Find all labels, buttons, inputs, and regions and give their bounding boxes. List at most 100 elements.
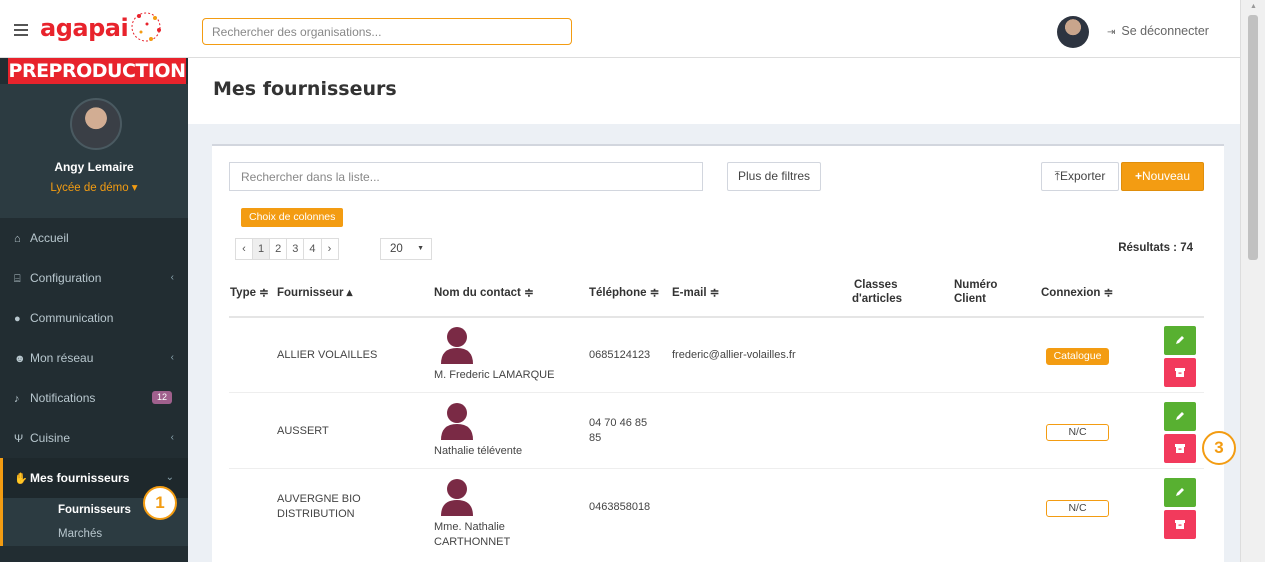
edit-button[interactable] <box>1164 478 1196 507</box>
pagination-prev[interactable]: ‹ <box>235 238 253 260</box>
pagination-page[interactable]: 3 <box>286 238 305 260</box>
connection-status-badge: N/C <box>1046 500 1109 517</box>
column-header-client-line2: Client <box>954 293 986 305</box>
archive-button[interactable] <box>1164 434 1196 463</box>
phone-number: 0685124123 <box>589 349 651 361</box>
environment-banner: PREPRODUCTION <box>8 58 186 84</box>
sidebar-item-label: Mes fournisseurs <box>30 471 130 485</box>
phone-number: 04 70 46 85 85 <box>589 416 647 446</box>
user-avatar[interactable] <box>1057 16 1089 48</box>
sidebar-item-cuisine[interactable]: Ψ Cuisine ‹ <box>0 418 188 458</box>
phone-line: 85 <box>589 432 602 444</box>
organization-search-input[interactable] <box>202 18 572 45</box>
logo-network-icon <box>131 12 161 42</box>
content-header: Mes fournisseurs <box>188 58 1240 124</box>
chat-icon: ● <box>14 313 21 325</box>
caret-down-icon: ▼ <box>417 245 424 252</box>
email-address: frederic@allier-volailles.fr <box>672 349 796 361</box>
sidebar-item-label: Communication <box>30 311 114 325</box>
sidebar-subitem-marches[interactable]: Marchés <box>0 522 188 546</box>
scroll-up-icon[interactable]: ▲ <box>1250 3 1257 10</box>
column-chooser-button[interactable]: Choix de colonnes <box>241 208 344 227</box>
plus-icon: + <box>1134 169 1142 183</box>
app-logo[interactable]: agapai <box>40 14 129 42</box>
sidebar-item-mon-reseau[interactable]: ☻ Mon réseau ‹ <box>0 338 188 378</box>
pagination-page[interactable]: 4 <box>303 238 322 260</box>
contact-name: Nathalie télévente <box>434 445 523 457</box>
users-icon: ☻ <box>14 353 26 365</box>
pagination: ‹ 1 2 3 4 › <box>235 238 339 260</box>
handshake-icon: ✋ <box>14 473 28 485</box>
user-panel: Angy Lemaire Lycée de démo ▾ <box>0 84 188 218</box>
new-button[interactable]: +Nouveau <box>1121 162 1204 191</box>
bell-icon: ♪ <box>14 393 20 405</box>
connection-status-badge: N/C <box>1046 424 1109 441</box>
column-header-email[interactable]: E-mail ≑ <box>672 286 719 300</box>
supplier-name: AUSSERT <box>277 425 329 437</box>
suppliers-box: Plus de filtres ⤒Exporter +Nouveau Choix… <box>212 144 1224 562</box>
edit-button[interactable] <box>1164 326 1196 355</box>
pagination-page[interactable]: 1 <box>252 238 271 260</box>
sidebar-item-label: Notifications <box>30 391 96 405</box>
sidebar-item-label: Accueil <box>30 231 69 245</box>
list-search-input[interactable] <box>229 162 703 191</box>
pencil-icon <box>1176 488 1184 496</box>
sidebar-item-label: Mon réseau <box>30 351 94 365</box>
table-row: ALLIER VOLAILLES M. Frederic LAMARQUE 06… <box>229 318 1204 393</box>
more-filters-button[interactable]: Plus de filtres <box>727 162 821 191</box>
export-label: Exporter <box>1059 169 1106 183</box>
school-selector[interactable]: Lycée de démo ▾ <box>0 180 188 194</box>
sidebar-item-notifications[interactable]: ♪ Notifications 12 <box>0 378 188 418</box>
export-button[interactable]: ⤒Exporter <box>1041 162 1119 191</box>
column-header-contact[interactable]: Nom du contact ≑ <box>434 286 534 300</box>
column-header-connection[interactable]: Connexion ≑ <box>1041 286 1113 300</box>
pencil-icon <box>1176 336 1184 344</box>
sidebar-item-communication[interactable]: ● Communication <box>0 298 188 338</box>
annotation-marker-3: 3 <box>1202 431 1236 465</box>
top-navbar: agapai ⇥ Se déconnecter <box>0 0 1240 58</box>
cutlery-icon: Ψ <box>14 433 24 445</box>
bank-icon: ⌸ <box>14 273 21 285</box>
page-title: Mes fournisseurs <box>213 78 397 100</box>
column-header-type[interactable]: Type ≑ <box>230 286 269 300</box>
menu-toggle-icon[interactable] <box>14 24 28 36</box>
column-header-supplier[interactable]: Fournisseur ▴ <box>277 286 352 300</box>
chevron-left-icon: ‹ <box>170 352 174 363</box>
pagination-next[interactable]: › <box>320 238 339 260</box>
archive-icon <box>1175 444 1185 453</box>
column-header-classes-line1: Classes <box>854 279 898 291</box>
pagination-page[interactable]: 2 <box>269 238 288 260</box>
sidebar-item-label: Cuisine <box>30 431 71 445</box>
page-scrollbar[interactable]: ▲ <box>1240 0 1265 562</box>
supplier-name-line: DISTRIBUTION <box>277 508 355 520</box>
page-size-value: 20 <box>390 243 403 255</box>
column-header-client-number: Numéro Client <box>954 278 997 306</box>
new-label: Nouveau <box>1141 169 1191 183</box>
supplier-name: ALLIER VOLAILLES <box>277 349 378 361</box>
contact-avatar-icon <box>441 403 473 440</box>
archive-icon <box>1175 520 1185 529</box>
scrollbar-thumb[interactable] <box>1248 15 1258 260</box>
supplier-name: AUVERGNE BIO DISTRIBUTION <box>277 492 361 522</box>
column-header-phone[interactable]: Téléphone ≑ <box>589 286 659 300</box>
annotation-marker-1: 1 <box>143 486 177 520</box>
sidebar-item-configuration[interactable]: ⌸ Configuration ‹ <box>0 258 188 298</box>
chevron-left-icon: ‹ <box>170 432 174 443</box>
page-size-select[interactable]: 20 ▼ <box>380 238 432 260</box>
sidebar-item-accueil[interactable]: ⌂ Accueil <box>0 218 188 258</box>
supplier-name-line: AUVERGNE BIO <box>277 493 361 505</box>
archive-button[interactable] <box>1164 358 1196 387</box>
sidebar-avatar <box>70 98 122 150</box>
column-header-classes: Classes d'articles <box>852 278 902 306</box>
connection-status-badge: Catalogue <box>1046 348 1109 365</box>
archive-button[interactable] <box>1164 510 1196 539</box>
logout-link[interactable]: ⇥ Se déconnecter <box>1107 24 1209 38</box>
logout-label: Se déconnecter <box>1121 24 1209 38</box>
contact-name-line: CARTHONNET <box>434 536 511 548</box>
column-header-classes-line2: d'articles <box>852 293 903 305</box>
phone-line: 04 70 46 85 <box>589 417 648 429</box>
logout-icon: ⇥ <box>1107 27 1116 38</box>
contact-name: Mme. Nathalie CARTHONNET <box>434 520 510 550</box>
edit-button[interactable] <box>1164 402 1196 431</box>
contact-name: M. Frederic LAMARQUE <box>434 369 555 381</box>
